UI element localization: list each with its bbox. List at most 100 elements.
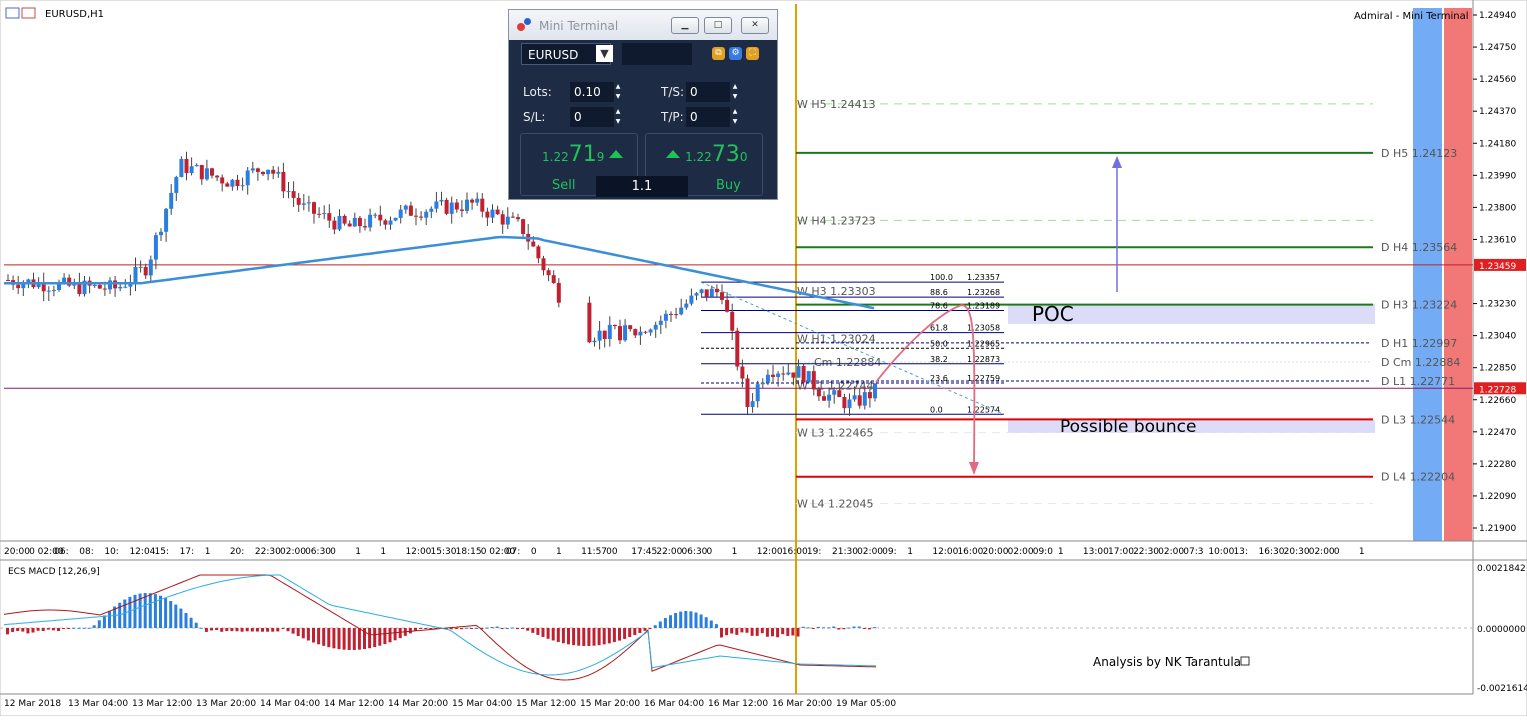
- ts-input[interactable]: 0: [686, 82, 730, 102]
- macd-bar: [398, 628, 402, 639]
- mini-terminal-titlebar[interactable]: Mini Terminal ▁ □ ✕: [509, 10, 777, 40]
- volume-input[interactable]: 1.1: [596, 176, 688, 197]
- macd-bar: [184, 613, 188, 628]
- gear-icon[interactable]: ⚙: [729, 47, 742, 60]
- macd-bar: [21, 628, 25, 632]
- candle-body: [480, 198, 485, 212]
- price-tick-label: 1.22660: [1479, 396, 1516, 406]
- candle-body: [449, 202, 454, 214]
- daily-level-label: D L1 1.22771: [1381, 375, 1455, 388]
- macd-bar: [449, 628, 453, 630]
- candle-body: [230, 179, 235, 187]
- candle-body: [439, 199, 444, 202]
- copy-icon[interactable]: ⧉: [712, 47, 725, 60]
- macd-bar: [495, 626, 499, 628]
- lots-stepper[interactable]: ▲ ▼: [614, 82, 622, 102]
- fib-level-percent: 78.6: [930, 301, 948, 310]
- macd-bar: [765, 628, 769, 637]
- sell-label: Sell: [552, 178, 576, 193]
- tp-input[interactable]: 0: [686, 107, 730, 127]
- macd-bar: [602, 628, 606, 645]
- macd-bar: [618, 628, 621, 641]
- price-tick-label: 1.24940: [1479, 11, 1516, 21]
- candle-body: [174, 177, 179, 193]
- time-tick-label: 06:30: [305, 547, 331, 557]
- candle-body: [475, 198, 480, 203]
- candle-body: [153, 235, 158, 260]
- ts-stepper[interactable]: ▲ ▼: [731, 82, 739, 102]
- candle-body: [633, 329, 638, 336]
- fib-level-price: 1.22873: [967, 355, 1000, 364]
- candle-body: [490, 209, 495, 218]
- candle-body: [556, 282, 561, 303]
- expand-icon[interactable]: ⛶: [746, 47, 759, 60]
- minimize-button[interactable]: ▁: [671, 17, 699, 34]
- macd-bar: [653, 625, 657, 628]
- candle-body: [235, 179, 240, 187]
- macd-bar: [735, 628, 739, 635]
- credit-label: Analysis by NK Tarantula: [1093, 655, 1241, 669]
- macd-bar: [567, 628, 570, 645]
- candle-body: [199, 165, 204, 180]
- daily-level-label: D H3 1.23224: [1381, 299, 1457, 312]
- macd-bar: [816, 626, 820, 628]
- sl-value: 0: [574, 110, 582, 124]
- macd-bar: [261, 628, 264, 632]
- time-tick-label: 1: [355, 547, 361, 557]
- mini-terminal[interactable]: Mini Terminal ▁ □ ✕ EURUSD ▼ ⧉ ⚙ ⛶ Lots:…: [508, 9, 778, 200]
- sl-stepper[interactable]: ▲ ▼: [614, 107, 622, 127]
- time-tick-label: 07:: [506, 547, 520, 557]
- time-tick-label: 02:00: [1158, 547, 1184, 557]
- admiral-logo-icon: [517, 18, 533, 32]
- candle-body: [286, 191, 291, 193]
- lots-input[interactable]: 0.10: [570, 82, 614, 102]
- macd-bar: [276, 628, 280, 632]
- candle-body: [694, 293, 699, 296]
- date-tick-label: 16 Mar 12:00: [708, 699, 768, 709]
- buy-price-pips: 73: [711, 142, 740, 167]
- time-tick-label: 06:30: [681, 547, 707, 557]
- macd-bar: [725, 628, 729, 636]
- sl-input[interactable]: 0: [570, 107, 614, 127]
- candle-body: [92, 284, 97, 286]
- price-tick-label: 1.22850: [1479, 364, 1516, 374]
- daily-level-label: D L3 1.22544: [1381, 413, 1455, 426]
- poc-label: POC: [1032, 302, 1074, 326]
- maximize-button[interactable]: □: [704, 17, 732, 34]
- macd-bar: [663, 618, 667, 628]
- candle-body: [720, 292, 724, 300]
- candle-body: [169, 192, 174, 209]
- macd-bar: [72, 627, 76, 629]
- candle-body: [541, 258, 546, 271]
- macd-bar: [526, 628, 530, 631]
- date-tick-label: 13 Mar 04:00: [68, 699, 128, 709]
- close-button[interactable]: ✕: [741, 17, 769, 34]
- candle-body: [276, 171, 281, 174]
- candle-body: [674, 314, 679, 316]
- candle-body: [6, 279, 10, 281]
- tp-value: 0: [690, 110, 698, 124]
- macd-axis-label: 0.0021842: [1477, 564, 1526, 574]
- candle-body: [220, 177, 225, 184]
- time-tick-label: 02:00: [1309, 547, 1335, 557]
- candle-body: [689, 295, 694, 304]
- buy-arrow-icon: [666, 150, 680, 158]
- red-band: [1444, 8, 1472, 541]
- macd-bar: [755, 628, 759, 636]
- candle-body: [801, 366, 806, 383]
- macd-bar: [332, 628, 336, 649]
- candle-body: [429, 208, 434, 212]
- candle-body: [842, 397, 847, 409]
- macd-bar: [393, 628, 397, 641]
- time-tick-label: 0: [330, 547, 336, 557]
- tp-stepper[interactable]: ▲ ▼: [731, 107, 739, 127]
- macd-title: ECS MACD [12,26,9]: [8, 567, 100, 577]
- ts-value: 0: [690, 85, 698, 99]
- macd-bar: [521, 628, 525, 629]
- candle-body: [363, 226, 367, 228]
- date-tick-label: 12 Mar 2018: [4, 699, 61, 709]
- chevron-down-icon[interactable]: ▼: [596, 45, 613, 62]
- price-tick-label: 1.23230: [1479, 300, 1516, 310]
- candle-body: [312, 202, 316, 214]
- macd-bar: [424, 628, 428, 629]
